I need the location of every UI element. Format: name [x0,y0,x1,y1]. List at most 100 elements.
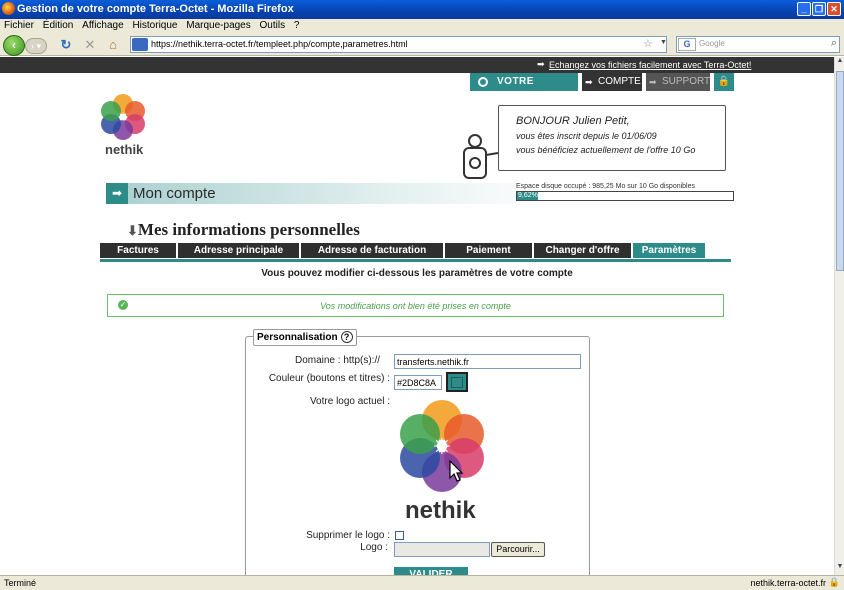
address-bar[interactable]: https://nethik.terra-octet.fr/templeet.p… [130,36,667,53]
flower-logo-icon: ✳ [400,400,484,492]
maximize-button[interactable]: ❐ [812,2,826,16]
site-logo[interactable]: ✳ nethik [100,94,148,158]
menu-fichier[interactable]: Fichier [4,20,34,31]
success-text: Vos modifications ont bien été prises en… [320,301,511,311]
success-message: ✓ Vos modifications ont bien été prises … [107,294,724,317]
menu-help[interactable]: ? [294,20,300,31]
tab-parametres[interactable]: Paramètres [633,243,705,258]
disk-usage: Espace disque occupé : 985,25 Mo sur 10 … [516,183,736,203]
reload-icon[interactable]: ↻ [58,37,74,53]
page-title-text: Mes informations personnelles [137,220,360,239]
current-logo-image: ✳ nethik [398,398,486,528]
power-icon [478,77,488,87]
greeting-hello: BONJOUR Julien Petit, [516,115,630,127]
minimize-button[interactable]: _ [797,2,811,16]
page-title: ⬇Mes informations personnelles [127,220,360,240]
bookmark-star-icon[interactable]: ☆ [643,37,653,50]
menu-marque-pages[interactable]: Marque-pages [186,20,250,31]
tab-adresse-principale[interactable]: Adresse principale [178,243,299,258]
forward-button[interactable]: › ▾ [25,38,47,54]
arrow-down-icon: ⬇ [127,223,138,238]
tab-adresse-facturation[interactable]: Adresse de facturation [301,243,443,258]
menu-edition[interactable]: Édition [43,20,74,31]
greeting-bubble: BONJOUR Julien Petit, vous êtes inscrit … [498,105,726,171]
arrow-right-icon: ➡ [106,183,128,204]
arrow-right-icon: ➡ [585,77,593,87]
search-bar[interactable]: G Google ⌕ [676,36,840,53]
back-button[interactable]: ‹ [3,35,25,56]
top-promo-link[interactable]: Echangez vos fichiers facilement avec Te… [549,60,751,70]
nav-votre-espace[interactable]: VOTRE ESPACE [470,73,578,105]
greeting-offer: vous bénéficiez actuellement de l'offre … [516,145,696,155]
color-swatch [451,377,463,388]
disk-usage-percent: 9,62% [518,192,538,199]
menu-historique[interactable]: Historique [132,20,177,31]
nav-support-label: SUPPORT [662,76,711,87]
color-picker-button[interactable] [446,372,468,392]
svg-text:✳: ✳ [433,435,451,460]
disk-usage-bar: 9,62% [516,191,734,201]
lock-button[interactable]: 🔒 [714,73,734,91]
tab-factures[interactable]: Factures [100,243,176,258]
tab-changer-offre[interactable]: Changer d'offre [534,243,631,258]
fieldset-legend: Personnalisation? [253,329,357,346]
info-text: Vous pouvez modifier ci-dessous les para… [261,268,573,279]
color-input[interactable] [394,375,442,390]
flower-logo-icon: ✳ [101,94,145,140]
scroll-down-icon[interactable]: ▼ [835,563,844,575]
current-logo-label: Votre logo actuel : [309,396,390,407]
current-logo-text: nethik [405,497,476,524]
nav-compte-label: COMPTE [598,76,641,87]
domain-input[interactable] [394,354,581,369]
arrow-right-icon: ➡ [537,59,545,69]
nav-support[interactable]: ➡ SUPPORT [646,73,710,91]
disk-usage-label: Espace disque occupé : 985,25 Mo sur 10 … [516,183,696,190]
address-url: https://nethik.terra-octet.fr/templeet.p… [151,39,408,49]
lock-icon: 🔒 [828,577,840,587]
lock-icon: 🔒 [717,76,731,87]
tab-paiement[interactable]: Paiement [445,243,532,258]
mouse-cursor-icon [449,460,464,482]
color-label: Couleur (boutons et titres) : [268,373,390,384]
domain-label: Domaine : http(s):// [294,355,380,366]
scroll-up-icon[interactable]: ▲ [835,57,844,69]
arrow-right-icon: ➡ [649,77,657,87]
browse-button[interactable]: Parcourir... [491,542,545,557]
site-identity-icon[interactable] [132,38,148,51]
status-text: Terminé [4,578,37,588]
section-header: ➡ Mon compte [106,183,516,204]
scrollbar-thumb[interactable] [836,71,844,271]
logo-file-input[interactable] [394,542,490,557]
window-title-bar: Gestion de votre compte Terra-Octet - Mo… [0,0,844,19]
vertical-scrollbar[interactable]: ▲ ▼ [834,57,844,575]
firefox-icon [2,2,15,15]
nav-compte[interactable]: ➡ COMPTE [582,73,642,91]
window-title: Gestion de votre compte Terra-Octet - Mo… [17,3,294,15]
svg-text:✳: ✳ [118,110,128,124]
legend-text: Personnalisation [257,332,338,343]
logo-text: nethik [105,142,144,157]
help-icon[interactable]: ? [340,331,353,343]
page-content: ➡ Echangez vos fichiers facilement avec … [0,57,834,575]
section-header-title: Mon compte [133,185,216,202]
home-icon[interactable]: ⌂ [105,37,121,53]
search-placeholder: Google [699,39,725,48]
menu-affichage[interactable]: Affichage [82,20,124,31]
submit-button[interactable]: VALIDER [394,567,468,575]
nav-espace-label: VOTRE ESPACE [497,76,541,105]
search-icon[interactable]: ⌕ [831,37,837,50]
address-dropdown-icon[interactable]: ▼ [660,39,667,46]
site-top-bar: ➡ Echangez vos fichiers facilement avec … [0,57,834,73]
navigation-toolbar: ‹ › ▾ ↻ ✕ ⌂ https://nethik.terra-octet.f… [0,34,844,56]
logo-upload-label: Logo : [360,542,388,553]
greeting-member-since: vous êtes inscrit depuis le 01/06/09 [516,131,657,141]
delete-logo-label: Supprimer le logo : [306,530,390,541]
close-button[interactable]: ✕ [827,2,841,16]
menu-outils[interactable]: Outils [260,20,286,31]
search-engine-icon[interactable]: G [678,38,696,51]
robot-mascot-icon [460,131,500,181]
stop-icon[interactable]: ✕ [82,37,98,53]
delete-logo-checkbox[interactable] [395,531,404,540]
status-bar: Terminé nethik.terra-octet.fr 🔒 [0,575,844,590]
account-tabs: Factures Adresse principale Adresse de f… [100,243,731,262]
